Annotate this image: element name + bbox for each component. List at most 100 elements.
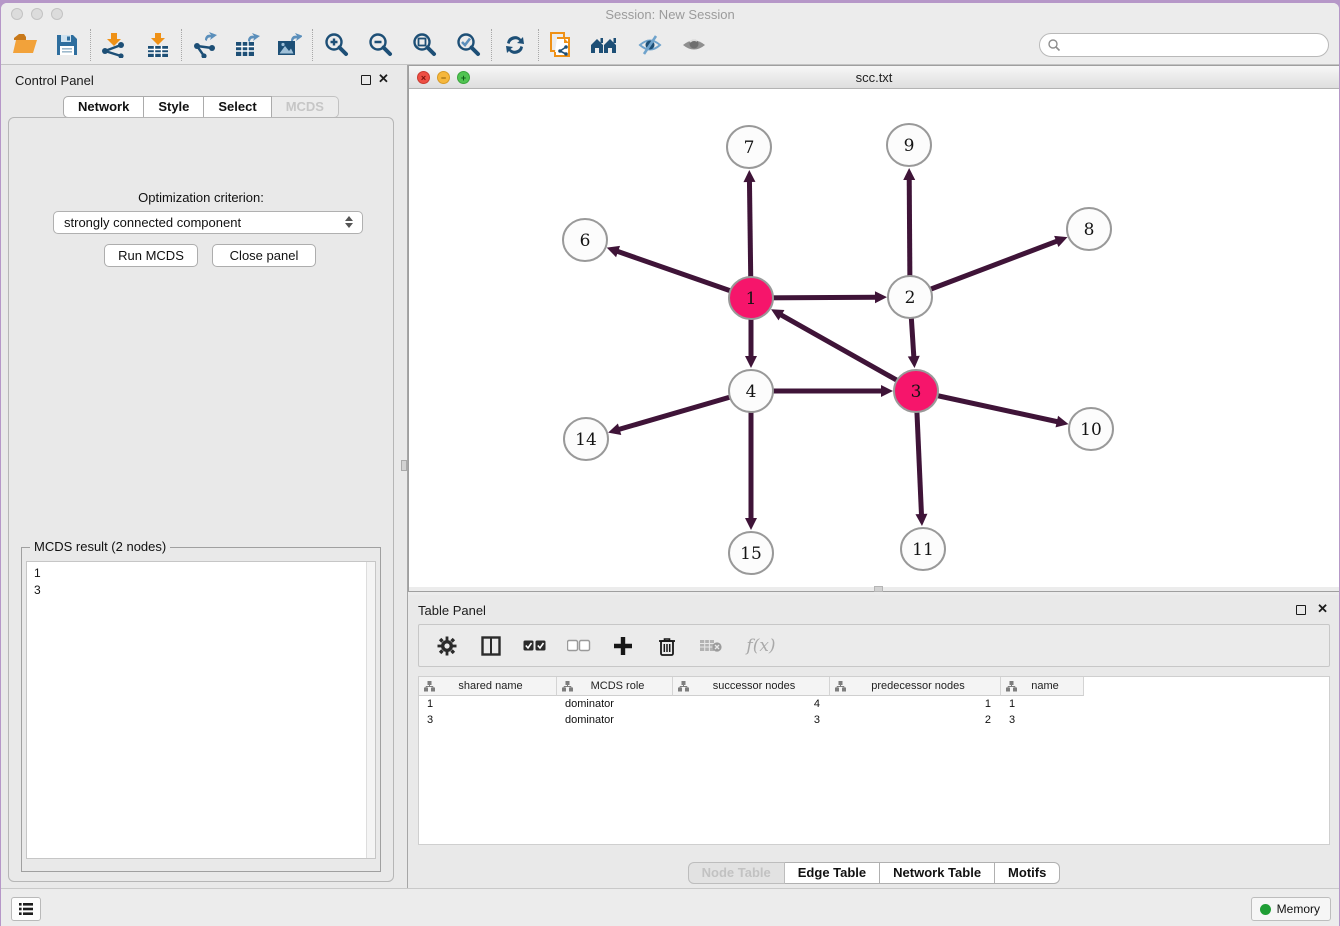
table-cell[interactable]: 3	[419, 712, 557, 728]
graph-edge-arrow	[745, 518, 757, 530]
run-mcds-button[interactable]: Run MCDS	[104, 244, 198, 267]
memory-button[interactable]: Memory	[1251, 897, 1331, 921]
save-session-button[interactable]	[49, 28, 85, 62]
network-from-file-button[interactable]	[544, 28, 580, 62]
table-cell[interactable]: dominator	[557, 696, 673, 712]
table-cell[interactable]: dominator	[557, 712, 673, 728]
graph-edge-arrow	[745, 356, 757, 368]
table-cell[interactable]: 1	[830, 696, 1001, 712]
result-scrollbar[interactable]	[366, 562, 375, 858]
mcds-result-group: MCDS result (2 nodes) 1 3	[21, 547, 381, 872]
tab-network[interactable]: Network	[63, 96, 144, 118]
graph-node-1[interactable]: 1	[729, 277, 773, 319]
delete-table-button[interactable]	[699, 634, 723, 658]
tab-select[interactable]: Select	[204, 96, 271, 118]
close-panel-button[interactable]: Close panel	[212, 244, 316, 267]
home-button[interactable]	[586, 28, 622, 62]
tab-mcds[interactable]: MCDS	[272, 96, 339, 118]
delete-column-button[interactable]	[655, 634, 679, 658]
function-fx-icon: f(x)	[746, 636, 775, 656]
status-bar: Memory	[1, 888, 1339, 926]
graph-node-9[interactable]: 9	[887, 124, 931, 166]
graph-node-label: 4	[746, 382, 757, 402]
show-panels-button[interactable]	[676, 28, 712, 62]
float-table-panel-icon[interactable]	[1296, 605, 1306, 615]
refresh-button[interactable]	[497, 28, 533, 62]
hide-panels-button[interactable]	[632, 28, 668, 62]
zoom-in-button[interactable]	[318, 28, 354, 62]
control-panel-title: Control Panel	[15, 73, 94, 88]
tab-edge-table[interactable]: Edge Table	[785, 862, 880, 884]
search-input[interactable]	[1061, 36, 1328, 54]
export-network-icon	[192, 32, 218, 58]
graph-node-4[interactable]: 4	[729, 370, 773, 412]
graph-edge-arrow	[608, 423, 621, 435]
optimization-criterion-select[interactable]: strongly connected component	[53, 211, 363, 234]
hide-panel-eye-slash-icon	[637, 33, 663, 57]
table-settings-button[interactable]	[435, 634, 459, 658]
zoom-selected-button[interactable]	[450, 28, 486, 62]
table-cell[interactable]: 3	[1001, 712, 1084, 728]
import-table-button[interactable]	[140, 28, 176, 62]
graph-node-3[interactable]: 3	[894, 370, 938, 412]
open-session-button[interactable]	[7, 28, 43, 62]
column-header-MCDS-role[interactable]: MCDS role	[557, 677, 673, 696]
tab-network-table[interactable]: Network Table	[880, 862, 995, 884]
graph-node-6[interactable]: 6	[563, 219, 607, 261]
column-header-shared-name[interactable]: shared name	[419, 677, 557, 696]
tab-style[interactable]: Style	[144, 96, 204, 118]
window-title: Session: New Session	[1, 7, 1339, 22]
table-cell[interactable]: 1	[1001, 696, 1084, 712]
network-window-titlebar[interactable]: × − + scc.txt	[409, 66, 1339, 89]
create-column-button[interactable]	[611, 634, 635, 658]
graph-node-2[interactable]: 2	[888, 276, 932, 318]
save-session-icon	[55, 33, 79, 57]
table-cell[interactable]: 1	[419, 696, 557, 712]
table-row: 3dominator323	[419, 712, 1329, 728]
graph-node-11[interactable]: 11	[901, 528, 945, 570]
table-cell[interactable]: 3	[673, 712, 830, 728]
close-table-panel-icon[interactable]: ✕	[1317, 601, 1328, 617]
graph-node-label: 15	[740, 544, 762, 564]
zoom-fit-button[interactable]	[406, 28, 442, 62]
horizontal-splitter-handle[interactable]	[874, 586, 883, 592]
zoom-out-button[interactable]	[362, 28, 398, 62]
mcds-result-textarea[interactable]: 1 3	[26, 561, 376, 859]
graph-node-label: 6	[580, 231, 591, 251]
column-header-successor-nodes[interactable]: successor nodes	[673, 677, 830, 696]
deselect-all-button[interactable]	[567, 634, 591, 658]
splitter-handle[interactable]	[401, 460, 407, 471]
show-panels-toggle-button[interactable]	[11, 897, 41, 921]
select-all-button[interactable]	[523, 634, 547, 658]
graph-edge-2-8[interactable]	[910, 241, 1058, 297]
table-panel-tabs: Node TableEdge TableNetwork TableMotifs	[408, 862, 1339, 884]
export-table-button[interactable]	[229, 28, 265, 62]
node-table: shared nameMCDS rolesuccessor nodesprede…	[418, 676, 1330, 845]
export-image-button[interactable]	[271, 28, 307, 62]
graph-node-7[interactable]: 7	[727, 126, 771, 168]
graph-node-10[interactable]: 10	[1069, 408, 1113, 450]
float-panel-icon[interactable]	[361, 75, 371, 85]
column-header-predecessor-nodes[interactable]: predecessor nodes	[830, 677, 1001, 696]
show-columns-button[interactable]	[479, 634, 503, 658]
table-cell[interactable]: 2	[830, 712, 1001, 728]
tab-motifs[interactable]: Motifs	[995, 862, 1060, 884]
import-network-button[interactable]	[96, 28, 132, 62]
zoom-selected-icon	[455, 32, 481, 58]
tab-node-table[interactable]: Node Table	[688, 862, 785, 884]
table-cell[interactable]: 4	[673, 696, 830, 712]
export-network-button[interactable]	[187, 28, 223, 62]
function-builder-button[interactable]: f(x)	[743, 634, 779, 658]
graph-node-15[interactable]: 15	[729, 532, 773, 574]
column-header-name[interactable]: name	[1001, 677, 1084, 696]
graph-node-8[interactable]: 8	[1067, 208, 1111, 250]
graph-edge-arrow	[915, 514, 927, 526]
graph-edge-3-1[interactable]	[780, 314, 916, 391]
network-canvas[interactable]: 1 2 3 4 6 7 8 9 10 11 14 15	[409, 89, 1339, 587]
search-field[interactable]	[1039, 33, 1329, 57]
list-icon	[18, 902, 34, 916]
graph-node-14[interactable]: 14	[564, 418, 608, 460]
close-panel-icon[interactable]: ✕	[378, 71, 389, 87]
vertical-splitter[interactable]	[401, 65, 408, 888]
refresh-icon	[503, 33, 527, 57]
